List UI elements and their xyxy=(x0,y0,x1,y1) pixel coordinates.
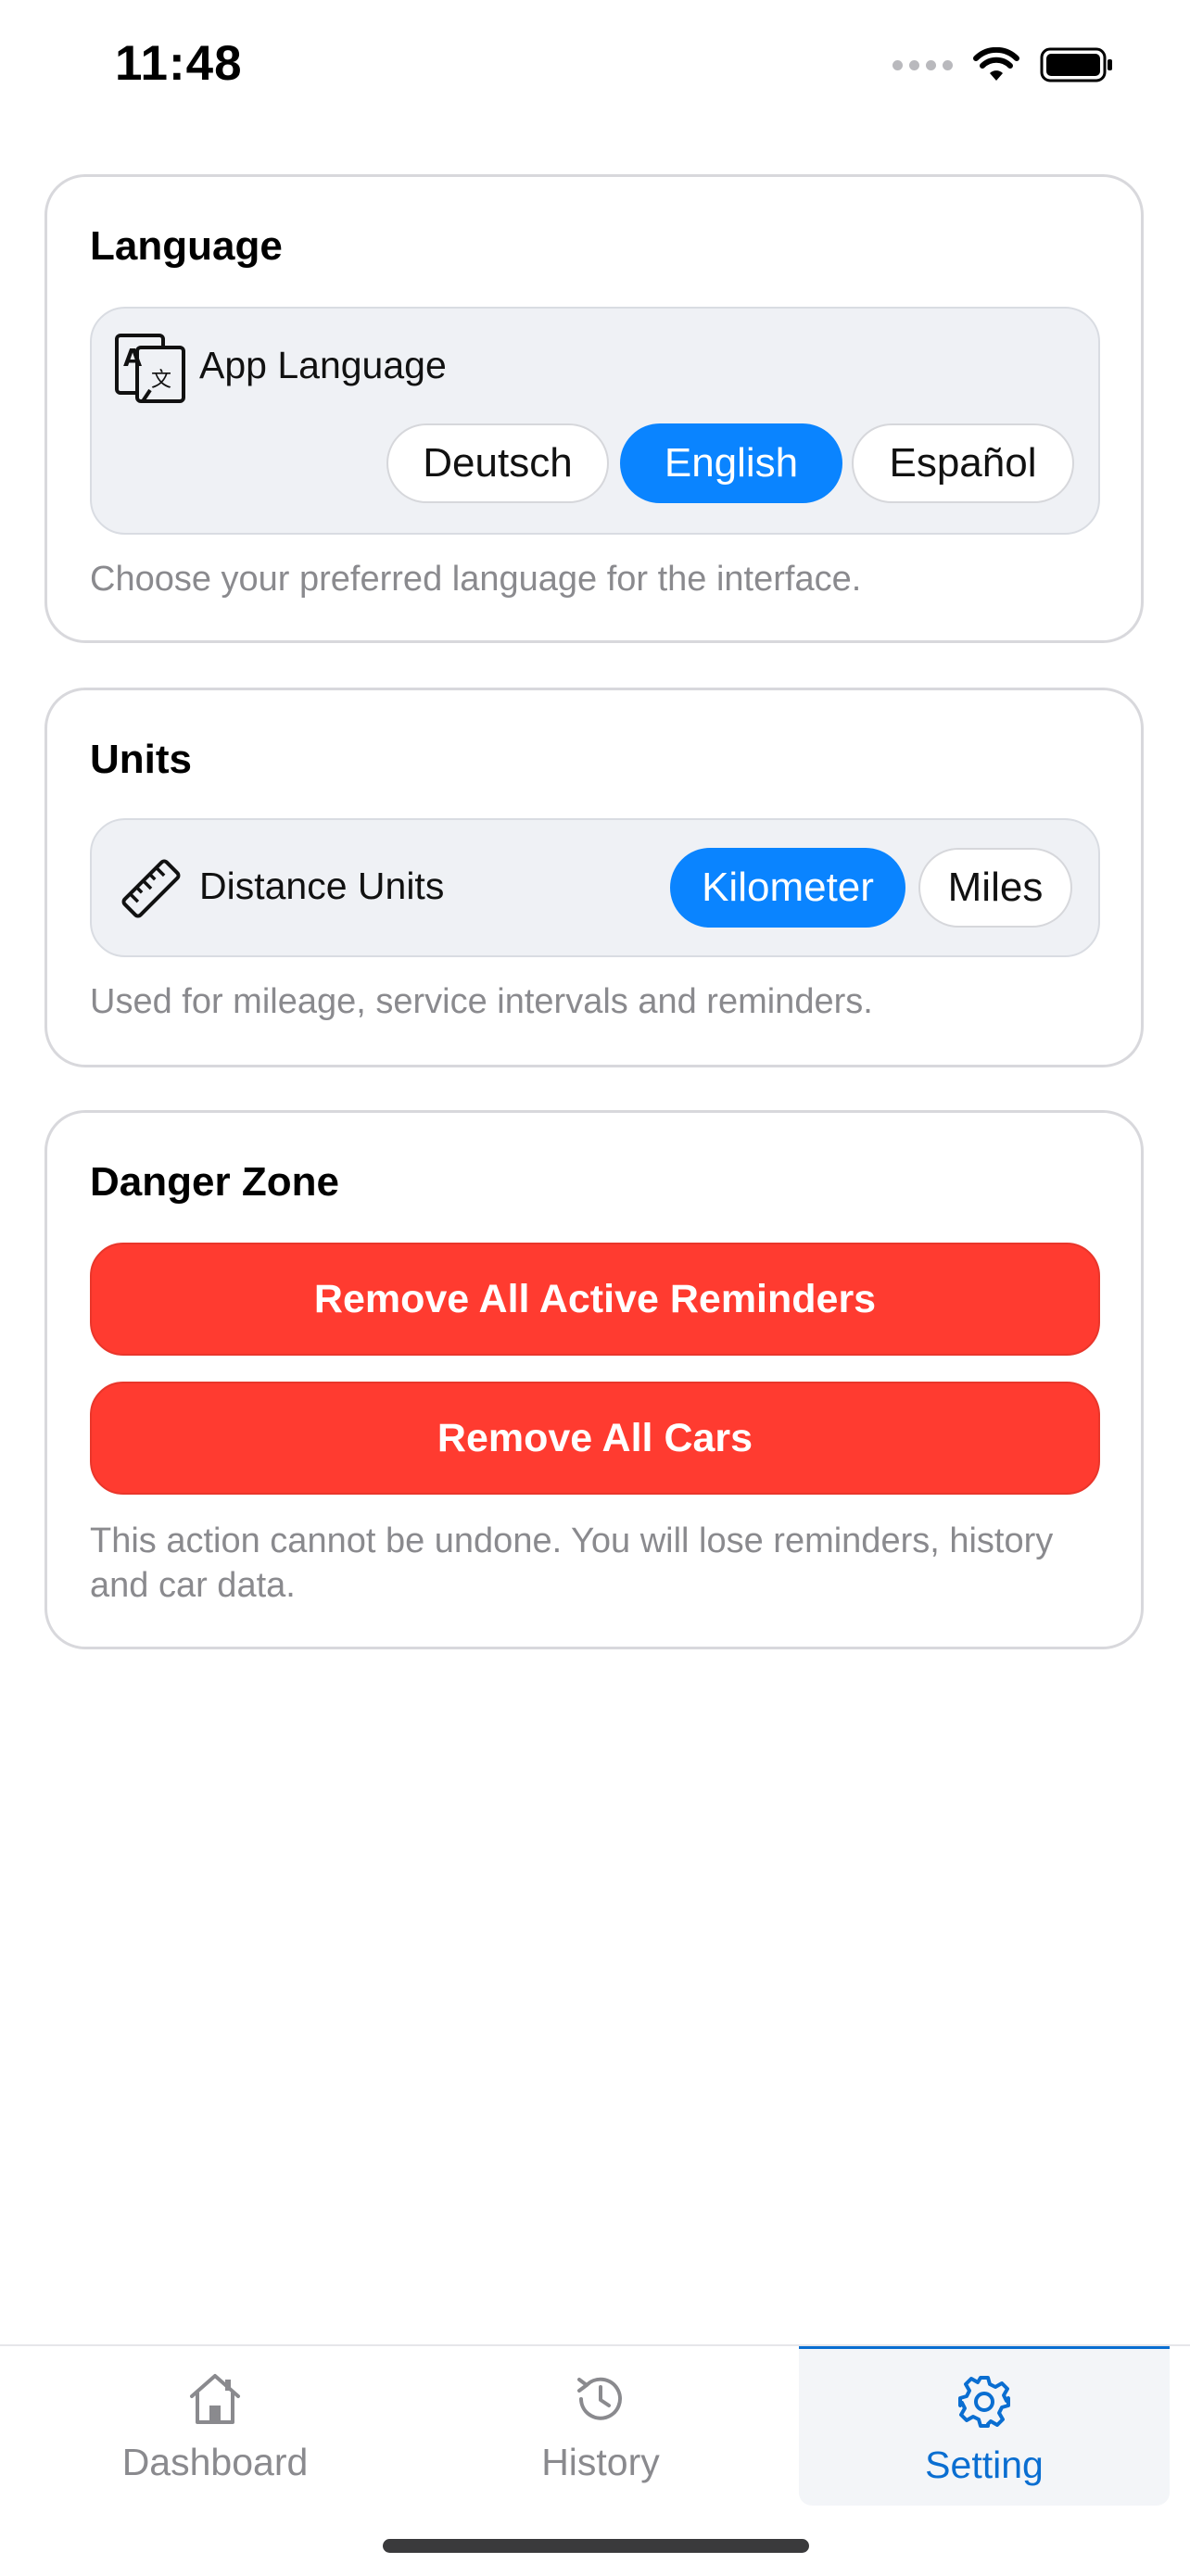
battery-icon xyxy=(1040,47,1112,82)
home-icon xyxy=(186,2367,244,2431)
tab-dashboard-label: Dashboard xyxy=(121,2441,309,2483)
distance-units-panel: Distance Units Kilometer Miles xyxy=(90,818,1100,957)
language-option-espanol[interactable]: Español xyxy=(852,423,1074,503)
cellular-signal-icon xyxy=(892,59,953,70)
unit-option-label: Kilometer xyxy=(702,865,874,910)
unit-option-miles[interactable]: Miles xyxy=(918,848,1072,928)
tab-dashboard[interactable]: Dashboard xyxy=(30,2346,400,2506)
language-helper-text: Choose your preferred language for the i… xyxy=(90,560,862,599)
tab-history[interactable]: History xyxy=(415,2346,786,2506)
danger-zone-title: Danger Zone xyxy=(90,1159,339,1205)
language-card: Language A 文 App Language Deutsch Englis… xyxy=(44,174,1144,643)
language-option-label: Español xyxy=(889,440,1037,486)
app-language-panel: A 文 App Language Deutsch English Español xyxy=(90,307,1100,535)
distance-units-label: Distance Units xyxy=(199,865,445,907)
status-bar: 11:48 xyxy=(0,0,1190,139)
remove-all-reminders-button[interactable]: Remove All Active Reminders xyxy=(90,1243,1100,1356)
language-option-deutsch[interactable]: Deutsch xyxy=(386,423,609,503)
unit-option-kilometer[interactable]: Kilometer xyxy=(670,848,905,928)
home-indicator xyxy=(383,2539,809,2553)
tab-setting[interactable]: Setting xyxy=(799,2346,1170,2506)
danger-helper-text: This action cannot be undone. You will l… xyxy=(90,1522,1054,1605)
language-section-title: Language xyxy=(90,223,283,269)
tab-history-label: History xyxy=(541,2441,660,2483)
units-helper-text: Used for mileage, service intervals and … xyxy=(90,982,873,1021)
wifi-icon xyxy=(973,47,1019,81)
language-option-label: English xyxy=(664,440,799,486)
remove-all-cars-button[interactable]: Remove All Cars xyxy=(90,1382,1100,1495)
units-section-title: Units xyxy=(90,737,192,782)
units-card: Units Distance Units Kilometer Miles Use… xyxy=(44,688,1144,1067)
status-icons xyxy=(892,46,1114,83)
svg-text:A: A xyxy=(123,345,142,373)
tab-setting-label: Setting xyxy=(925,2443,1044,2486)
ruler-icon xyxy=(121,859,181,918)
danger-zone-card: Danger Zone Remove All Active Reminders … xyxy=(44,1110,1144,1649)
app-language-label: App Language xyxy=(199,344,447,386)
history-icon xyxy=(572,2367,629,2431)
status-time: 11:48 xyxy=(115,36,243,91)
language-option-english[interactable]: English xyxy=(620,423,842,503)
svg-text:文: 文 xyxy=(151,369,171,392)
unit-option-label: Miles xyxy=(947,865,1044,910)
language-option-label: Deutsch xyxy=(423,440,573,486)
translate-icon: A 文 xyxy=(115,334,185,403)
gear-icon xyxy=(956,2369,1013,2434)
